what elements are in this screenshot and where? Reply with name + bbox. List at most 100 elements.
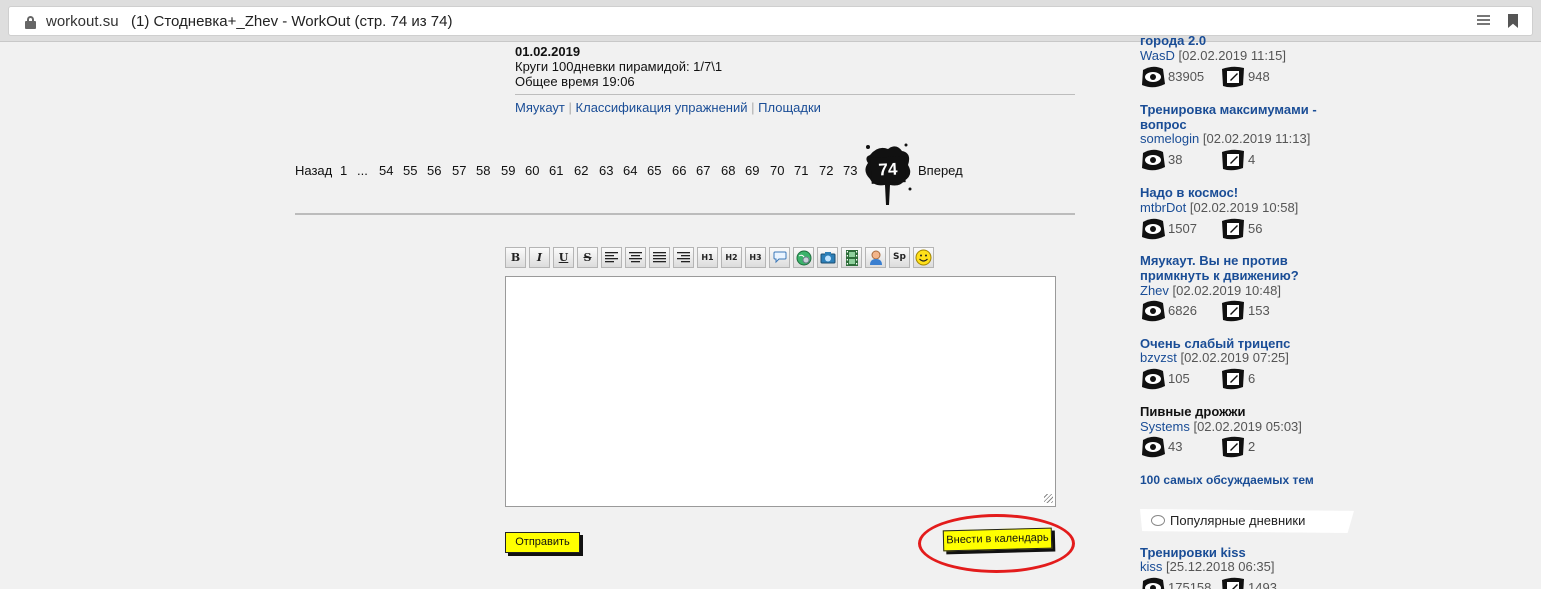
submit-button[interactable]: Отправить bbox=[505, 532, 580, 553]
pager-page[interactable]: 64 bbox=[623, 163, 637, 178]
globe-link-icon bbox=[796, 250, 811, 266]
resize-handle[interactable] bbox=[1044, 494, 1053, 503]
pager-page[interactable]: 58 bbox=[476, 163, 490, 178]
align-left-button[interactable] bbox=[601, 247, 622, 268]
pager-ellipsis: ... bbox=[357, 163, 368, 178]
tag-link-places[interactable]: Площадки bbox=[758, 100, 821, 115]
pager-page[interactable]: 73 bbox=[843, 163, 857, 178]
pager-page[interactable]: 71 bbox=[794, 163, 808, 178]
pager-page[interactable]: 68 bbox=[721, 163, 735, 178]
topic-stats: 105 6 bbox=[1140, 368, 1350, 390]
pager-page[interactable]: 72 bbox=[819, 163, 833, 178]
bookmark-icon[interactable] bbox=[1508, 14, 1518, 28]
views-count: 43 bbox=[1168, 439, 1183, 454]
pager-page[interactable]: 57 bbox=[452, 163, 466, 178]
comments-count: 4 bbox=[1248, 152, 1256, 167]
topic-stats: 83905 948 bbox=[1140, 66, 1350, 88]
speech-bubble-icon bbox=[1151, 515, 1165, 526]
pager-page[interactable]: 66 bbox=[672, 163, 686, 178]
link-button[interactable] bbox=[793, 247, 814, 268]
top100-topics-link[interactable]: 100 самых обсуждаемых тем bbox=[1140, 473, 1314, 487]
popular-diary-title-link[interactable]: Тренировки kiss bbox=[1140, 545, 1330, 560]
url-text: workout.su bbox=[46, 13, 119, 30]
pager-page[interactable]: 60 bbox=[525, 163, 539, 178]
pager-page[interactable]: 55 bbox=[403, 163, 417, 178]
video-button[interactable] bbox=[841, 247, 862, 268]
align-justify-button[interactable] bbox=[649, 247, 670, 268]
camera-icon bbox=[820, 252, 835, 264]
underline-button[interactable]: U bbox=[553, 247, 574, 268]
views-count: 105 bbox=[1168, 371, 1190, 386]
tag-link-myaukaut[interactable]: Мяукаут bbox=[515, 100, 565, 115]
post-text-line: Круги 100дневки пирамидой: 1/7\1 bbox=[515, 59, 723, 74]
pager-page[interactable]: 62 bbox=[574, 163, 588, 178]
topic-title-link[interactable]: Надо в космос! bbox=[1140, 185, 1330, 200]
smiley-button[interactable] bbox=[913, 247, 934, 268]
pager-page[interactable]: 59 bbox=[501, 163, 515, 178]
comments-count: 948 bbox=[1248, 69, 1270, 84]
message-textarea[interactable] bbox=[505, 276, 1056, 507]
topic-title-link[interactable]: Тренировка максимумами - вопрос bbox=[1140, 102, 1330, 132]
topic-title-link[interactable]: Мяукаут. Вы не против примкнуть к движен… bbox=[1140, 253, 1330, 283]
pager-page[interactable]: 63 bbox=[599, 163, 613, 178]
eye-icon bbox=[1142, 218, 1165, 240]
post-tags: Мяукаут | Классификация упражнений | Пло… bbox=[515, 100, 821, 115]
heading3-button[interactable]: H3 bbox=[745, 247, 766, 268]
topic-date: [02.02.2019 11:15] bbox=[1178, 48, 1286, 63]
pager-next[interactable]: Вперед bbox=[918, 163, 963, 178]
comments-count: 1493 bbox=[1248, 580, 1277, 589]
topic-meta: Zhev [02.02.2019 10:48] bbox=[1140, 283, 1281, 298]
edit-icon bbox=[1222, 368, 1244, 390]
heading2-button[interactable]: H2 bbox=[721, 247, 742, 268]
pager-prev[interactable]: Назад bbox=[295, 163, 332, 178]
pager-page[interactable]: 61 bbox=[549, 163, 563, 178]
topic-author[interactable]: mtbrDot bbox=[1140, 200, 1186, 215]
film-strip-icon bbox=[845, 250, 858, 266]
reader-mode-icon[interactable] bbox=[1477, 15, 1490, 27]
views-count: 175158 bbox=[1168, 580, 1212, 589]
edit-icon bbox=[1222, 436, 1244, 458]
topic-date: [25.12.2018 06:35] bbox=[1166, 559, 1275, 574]
topic-author[interactable]: Zhev bbox=[1140, 283, 1169, 298]
italic-button[interactable]: I bbox=[529, 247, 550, 268]
topic-author[interactable]: somelogin bbox=[1140, 131, 1199, 146]
image-button[interactable] bbox=[817, 247, 838, 268]
topic-author[interactable]: Systems bbox=[1140, 419, 1190, 434]
topic-title-link[interactable]: города 2.0 bbox=[1140, 33, 1330, 48]
italic-label: I bbox=[536, 251, 543, 264]
heading1-label: H1 bbox=[701, 253, 714, 262]
align-center-button[interactable] bbox=[625, 247, 646, 268]
align-right-button[interactable] bbox=[673, 247, 694, 268]
bold-button[interactable]: B bbox=[505, 247, 526, 268]
strikethrough-button[interactable]: S bbox=[577, 247, 598, 268]
user-button[interactable] bbox=[865, 247, 886, 268]
speech-bubble-icon bbox=[773, 251, 786, 264]
spoiler-button[interactable]: Sp bbox=[889, 247, 910, 268]
topic-author[interactable]: bzvzst bbox=[1140, 350, 1177, 365]
topic-date: [02.02.2019 07:25] bbox=[1180, 350, 1289, 365]
topic-meta: Systems [02.02.2019 05:03] bbox=[1140, 419, 1302, 434]
popular-diaries-header: Популярные дневники bbox=[1140, 509, 1354, 533]
pager-page[interactable]: 65 bbox=[647, 163, 661, 178]
topic-title[interactable]: Пивные дрожжи bbox=[1140, 404, 1330, 419]
address-bar[interactable]: workout.su (1) Стодневка+_Zhev - WorkOut… bbox=[8, 6, 1533, 36]
pager-page[interactable]: 69 bbox=[745, 163, 759, 178]
topic-stats: 175158 1493 bbox=[1140, 577, 1350, 589]
pager-page[interactable]: 67 bbox=[696, 163, 710, 178]
heading1-button[interactable]: H1 bbox=[697, 247, 718, 268]
smiley-icon bbox=[915, 249, 932, 266]
align-right-icon bbox=[677, 252, 690, 263]
pager-page[interactable]: 70 bbox=[770, 163, 784, 178]
heading2-label: H2 bbox=[725, 253, 738, 262]
topic-title-link[interactable]: Очень слабый трицепс bbox=[1140, 336, 1330, 351]
pager-page[interactable]: 54 bbox=[379, 163, 393, 178]
topic-author[interactable]: WasD bbox=[1140, 48, 1175, 63]
topic-stats: 38 4 bbox=[1140, 149, 1350, 171]
pager-page[interactable]: 1 bbox=[340, 163, 347, 178]
views-count: 83905 bbox=[1168, 69, 1205, 84]
topic-author[interactable]: kiss bbox=[1140, 559, 1162, 574]
tag-link-classification[interactable]: Классификация упражнений bbox=[576, 100, 748, 115]
topic-date: [02.02.2019 10:58] bbox=[1189, 200, 1299, 215]
pager-page[interactable]: 56 bbox=[427, 163, 441, 178]
quote-button[interactable] bbox=[769, 247, 790, 268]
